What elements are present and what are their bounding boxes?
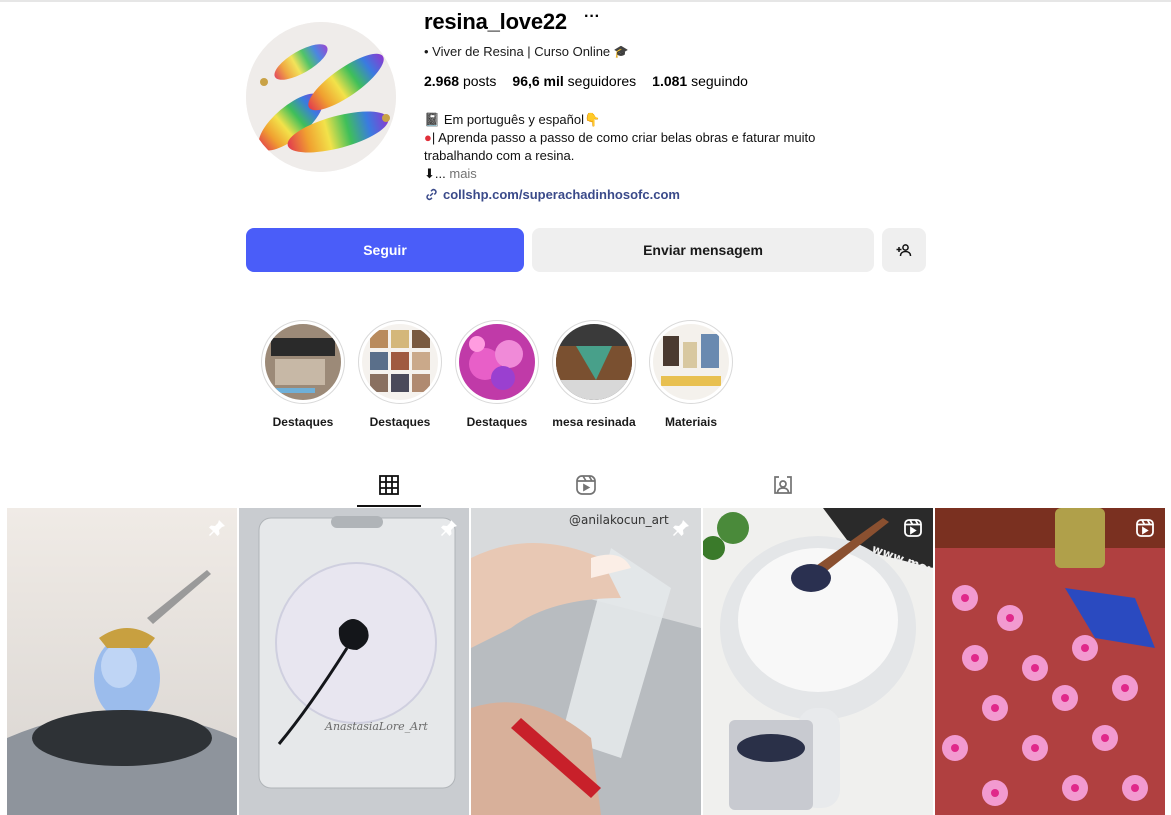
highlight-item[interactable]: Destaques <box>455 320 539 429</box>
tab-tagged[interactable] <box>772 474 794 496</box>
bio-line-2: ●| Aprenda passo a passo de como criar b… <box>424 129 864 165</box>
pin-icon <box>673 520 689 536</box>
bio-line-1-text: Em português y español <box>443 112 585 127</box>
highlight-cover <box>552 320 636 404</box>
profile-stats: 2.968 posts 96,6 mil seguidores 1.081 se… <box>424 73 748 89</box>
highlight-label: Destaques <box>369 415 431 429</box>
pin-icon <box>209 520 225 536</box>
followers-count[interactable]: 96,6 mil seguidores <box>512 73 636 89</box>
highlight-cover <box>649 320 733 404</box>
profile-link-text[interactable]: collshp.com/superachadinhosofc.com <box>443 187 680 202</box>
post-tile[interactable]: @anilakocun_art <box>471 508 701 815</box>
highlight-item[interactable]: Destaques <box>261 320 345 429</box>
link-icon <box>426 188 437 201</box>
notebook-icon: 📓 <box>424 112 441 127</box>
tab-posts[interactable] <box>378 474 400 496</box>
bio-more-link[interactable]: mais <box>449 166 476 181</box>
reel-icon <box>904 519 922 537</box>
profile-bio: 📓 Em português y español👇 ●| Aprenda pas… <box>424 111 864 183</box>
follow-button[interactable]: Seguir <box>246 228 524 272</box>
pointing-down-icon: 👇 <box>584 112 601 127</box>
reel-icon <box>1136 519 1154 537</box>
post-tile[interactable] <box>7 508 237 815</box>
following-count[interactable]: 1.081 seguindo <box>652 73 748 89</box>
posts-grid: AnastasiaLore_Art @anilakocun_art www.mo… <box>7 508 1171 815</box>
bio-line-2-text: | Aprenda passo a passo de como criar be… <box>424 130 816 163</box>
posts-count[interactable]: 2.968 posts <box>424 73 496 89</box>
highlight-cover <box>261 320 345 404</box>
post-watermark: @anilakocun_art <box>569 513 669 527</box>
pin-icon <box>441 520 457 536</box>
highlight-cover <box>358 320 442 404</box>
profile-username: resina_love22 <box>424 9 567 34</box>
tab-reels[interactable] <box>575 474 597 496</box>
post-watermark: AnastasiaLore_Art <box>324 720 428 733</box>
reels-icon <box>576 475 596 495</box>
story-highlights: Destaques Destaques Destaques mesa resin… <box>261 320 733 429</box>
category-text: • Viver de Resina | Curso Online <box>424 44 611 60</box>
highlight-label: Destaques <box>466 415 528 429</box>
highlight-item[interactable]: Destaques <box>358 320 442 429</box>
red-circle-icon: ● <box>424 130 432 145</box>
profile-category: • Viver de Resina | Curso Online 🎓 <box>424 43 629 59</box>
suggested-accounts-button[interactable] <box>882 228 926 272</box>
highlight-label: Materiais <box>664 415 718 429</box>
graduation-cap-icon: 🎓 <box>613 44 629 59</box>
grid-icon <box>379 475 399 495</box>
message-button[interactable]: Enviar mensagem <box>532 228 874 272</box>
tagged-icon <box>774 476 792 494</box>
add-person-icon <box>896 244 912 257</box>
top-divider <box>0 0 1171 2</box>
bio-line-3: ⬇... mais <box>424 165 864 183</box>
post-tile[interactable] <box>935 508 1165 815</box>
highlight-label: Destaques <box>272 415 334 429</box>
highlight-item[interactable]: Materiais <box>649 320 733 429</box>
highlight-label: mesa resinada <box>552 415 636 429</box>
profile-link[interactable]: collshp.com/superachadinhosofc.com <box>424 187 680 202</box>
highlight-item[interactable]: mesa resinada <box>552 320 636 429</box>
highlight-cover <box>455 320 539 404</box>
active-tab-indicator <box>357 505 421 507</box>
bio-line-1: 📓 Em português y español👇 <box>424 111 864 129</box>
profile-avatar[interactable] <box>246 22 396 172</box>
more-options-icon[interactable]: ··· <box>584 8 600 26</box>
post-tile[interactable]: www.mould <box>703 508 933 815</box>
bio-line-3-text: ⬇... <box>424 166 446 181</box>
post-tile[interactable]: AnastasiaLore_Art <box>239 508 469 815</box>
